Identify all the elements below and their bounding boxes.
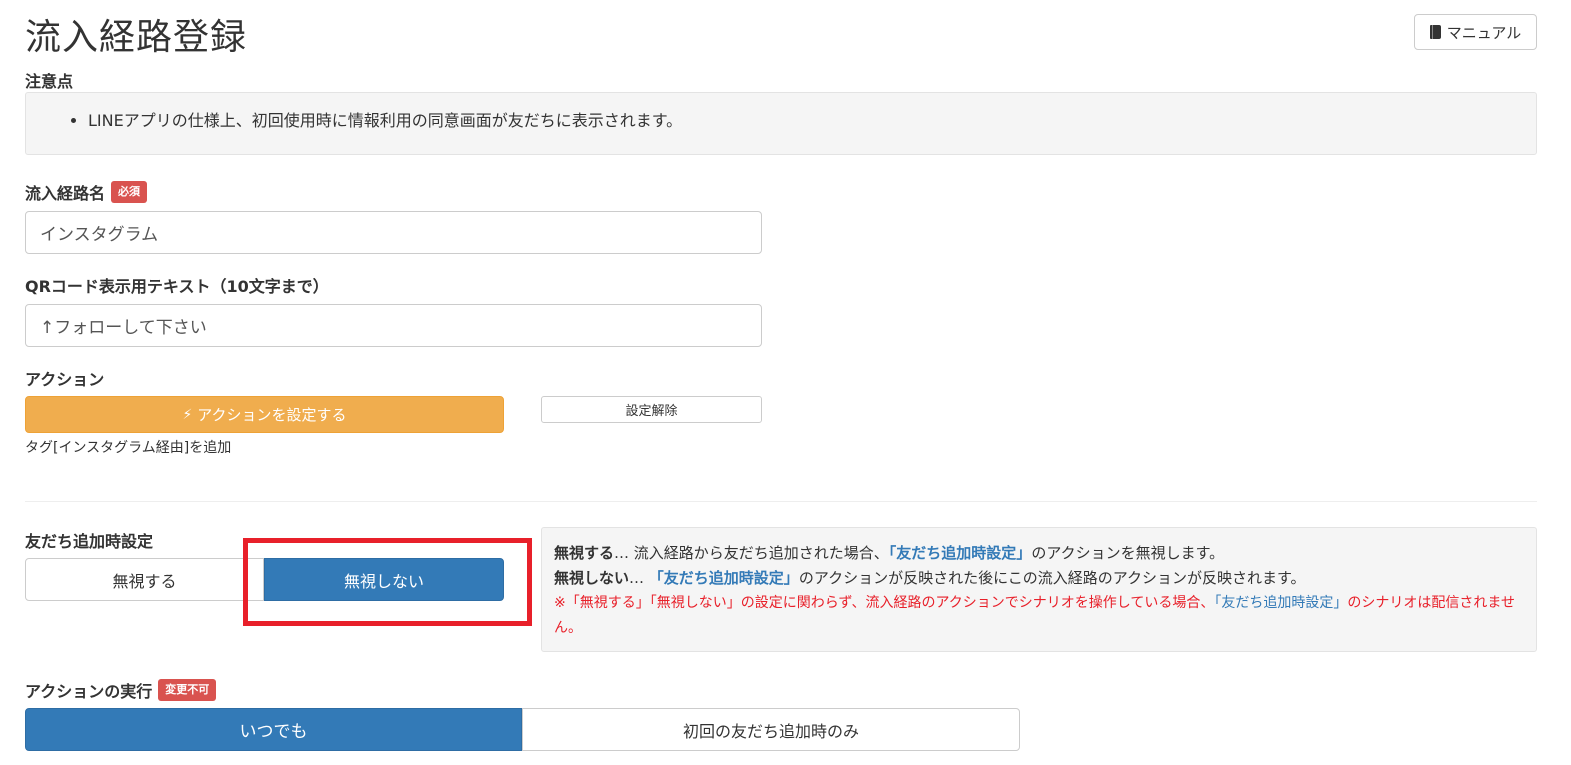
set-action-label: アクションを設定する	[197, 406, 347, 424]
required-badge: 必須	[111, 181, 148, 203]
info-line-not-ignore: 無視しない… 「友だち追加時設定」のアクションが反映された後にこの流入経路のアク…	[554, 569, 1306, 587]
action-note: タグ[インスタグラム経由]を追加	[25, 440, 232, 456]
info-link[interactable]: 「友だち追加時設定」	[649, 569, 799, 587]
divider	[25, 501, 1537, 502]
notice-label: 注意点	[25, 72, 74, 91]
bolt-icon: ⚡	[182, 406, 193, 423]
manual-button[interactable]: マニュアル	[1414, 14, 1537, 50]
info-line-ignore: 無視する… 流入経路から友だち追加された場合、「友だち追加時設定」のアクションを…	[554, 544, 1225, 562]
not-ignore-option-button[interactable]: 無視しない	[264, 558, 504, 601]
set-action-button[interactable]: ⚡ アクションを設定する	[25, 396, 504, 433]
action-label: アクション	[25, 370, 105, 389]
notice-box: LINEアプリの仕様上、初回使用時に情報利用の同意画面が友だちに表示されます。	[25, 92, 1537, 155]
notice-list: LINEアプリの仕様上、初回使用時に情報利用の同意画面が友だちに表示されます。	[26, 93, 1536, 131]
info-link[interactable]: 「友だち追加時設定」	[889, 544, 1032, 562]
book-icon	[1429, 25, 1441, 39]
always-option-button[interactable]: いつでも	[25, 708, 522, 751]
page-title: 流入経路登録	[25, 17, 248, 58]
route-name-label: 流入経路名 必須	[25, 180, 148, 204]
friend-add-label: 友だち追加時設定	[25, 532, 154, 551]
manual-button-label: マニュアル	[1446, 23, 1522, 42]
unchangeable-badge: 変更不可	[158, 679, 217, 701]
info-link[interactable]: 「友だち追加時設定」	[1214, 595, 1347, 611]
route-name-input[interactable]	[25, 211, 762, 254]
friend-add-info: 無視する… 流入経路から友だち追加された場合、「友だち追加時設定」のアクションを…	[541, 527, 1537, 652]
clear-action-button[interactable]: 設定解除	[541, 396, 762, 423]
qr-text-label: QRコード表示用テキスト（10文字まで）	[25, 277, 329, 296]
notice-item: LINEアプリの仕様上、初回使用時に情報利用の同意画面が友だちに表示されます。	[88, 107, 1536, 131]
ignore-option-button[interactable]: 無視する	[25, 558, 264, 601]
info-warning: ※「無視する」「無視しない」の設定に関わらず、流入経路のアクションでシナリオを操…	[554, 595, 1515, 636]
qr-text-input[interactable]	[25, 304, 762, 347]
first-add-only-option-button[interactable]: 初回の友だち追加時のみ	[522, 708, 1020, 751]
execution-label: アクションの実行 変更不可	[25, 678, 217, 702]
